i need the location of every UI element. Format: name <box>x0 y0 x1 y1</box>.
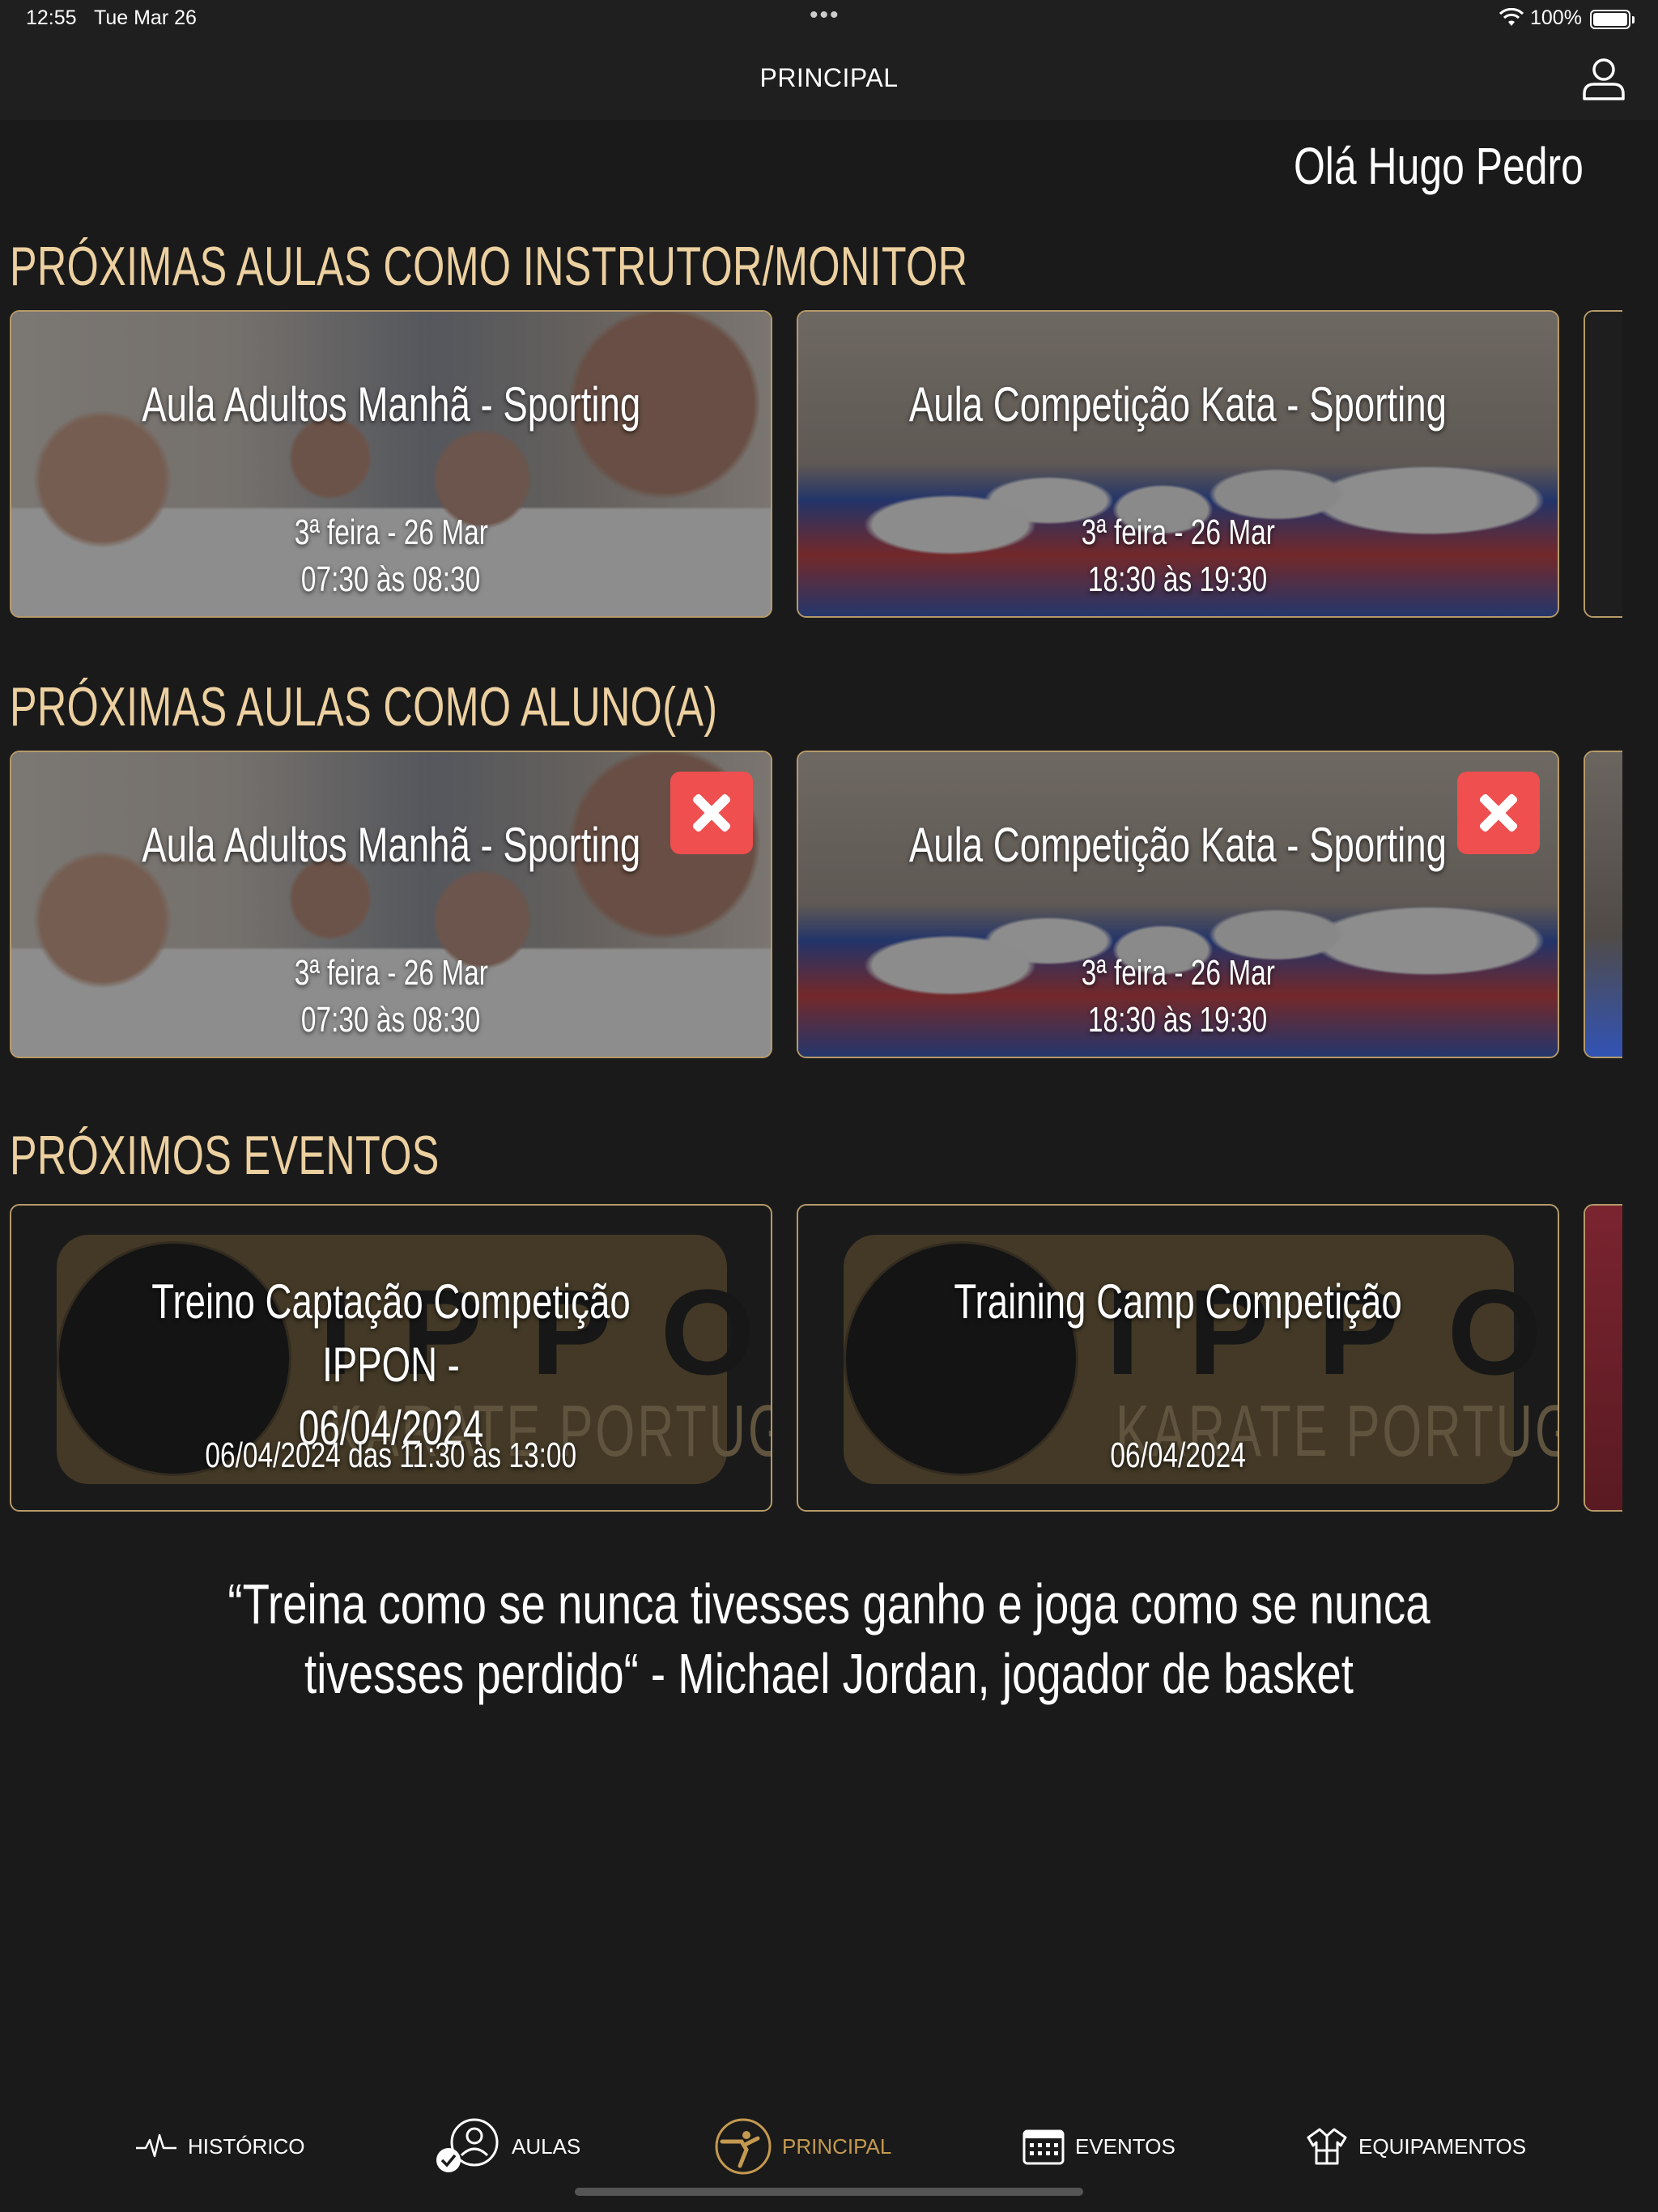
tab-principal[interactable]: PRINCIPAL <box>714 2118 891 2175</box>
class-title: Aula Competição Kata - Sporting <box>908 377 1448 432</box>
event-card[interactable]: IPPON KARATE PORTUGAL Treino Captação Co… <box>10 1204 772 1512</box>
event-title: Training Camp Competição <box>954 1274 1402 1329</box>
tab-label: PRINCIPAL <box>782 2133 892 2159</box>
class-time: 18:30 às 19:30 <box>1088 559 1268 599</box>
motivational-quote: “Treina como se nunca tivesses ganho e j… <box>227 1572 1431 1705</box>
user-check-icon <box>436 2118 499 2172</box>
events-row[interactable]: IPPON KARATE PORTUGAL Treino Captação Co… <box>10 1204 1622 1512</box>
class-time: 18:30 às 19:30 <box>1088 1000 1268 1040</box>
battery-icon <box>1590 10 1635 29</box>
instructor-classes-row[interactable]: Aula Adultos Manhã - Sporting 3ª feira -… <box>10 310 1622 618</box>
tab-aulas[interactable]: AULAS <box>432 2118 580 2175</box>
event-date: 06/04/2024 das 11:30 às 13:00 <box>205 1436 577 1475</box>
class-title: Aula Adultos Manhã - Sporting <box>142 818 640 872</box>
event-date: 06/04/2024 <box>1110 1436 1246 1475</box>
class-day: 3ª feira - 26 Mar <box>294 953 488 993</box>
tab-label: HISTÓRICO <box>188 2133 305 2159</box>
class-day: 3ª feira - 26 Mar <box>294 513 488 552</box>
class-card[interactable]: Aula Adultos Manhã - Sporting 3ª feira -… <box>10 751 772 1058</box>
cancel-enrollment-button[interactable] <box>670 772 753 854</box>
class-day: 3ª feira - 26 Mar <box>1081 513 1275 552</box>
greeting: Olá Hugo Pedro <box>1294 137 1584 195</box>
tab-label: EVENTOS <box>1075 2133 1175 2159</box>
tab-eventos[interactable]: EVENTOS <box>1022 2118 1175 2175</box>
heartbeat-icon <box>136 2133 176 2158</box>
event-title: Treino Captação Competição IPPON -06/04/… <box>151 1274 631 1455</box>
class-card-peek[interactable] <box>1584 751 1622 1058</box>
class-time: 07:30 às 08:30 <box>301 559 481 599</box>
wifi-icon <box>1499 8 1524 26</box>
profile-icon[interactable] <box>1580 55 1627 102</box>
class-title: Aula Adultos Manhã - Sporting <box>142 377 640 432</box>
calendar-icon <box>1022 2129 1065 2165</box>
gi-icon <box>1307 2128 1347 2165</box>
cancel-enrollment-button[interactable] <box>1457 772 1540 854</box>
page-title: PRINCIPAL <box>759 63 899 92</box>
tab-label: AULAS <box>512 2133 581 2159</box>
tab-label: EQUIPAMENTOS <box>1358 2133 1527 2159</box>
karate-kick-icon <box>715 2118 772 2175</box>
tab-historico[interactable]: HISTÓRICO <box>134 2118 304 2175</box>
home-indicator[interactable] <box>575 2188 1083 2196</box>
class-card[interactable]: Aula Adultos Manhã - Sporting 3ª feira -… <box>10 310 772 618</box>
event-card-peek[interactable] <box>1584 1204 1622 1512</box>
class-card[interactable]: Aula Competição Kata - Sporting 3ª feira… <box>797 310 1559 618</box>
event-card[interactable]: IPPON KARATE PORTUGAL Training Camp Comp… <box>797 1204 1559 1512</box>
events-section-title: PRÓXIMOS EVENTOS <box>10 1125 440 1186</box>
navigation-bar: PRINCIPAL <box>0 39 1658 120</box>
instructor-section-title: PRÓXIMAS AULAS COMO INSTRUTOR/MONITOR <box>10 236 968 297</box>
student-classes-row[interactable]: Aula Adultos Manhã - Sporting 3ª feira -… <box>10 751 1622 1058</box>
class-title: Aula Competição Kata - Sporting <box>908 818 1448 872</box>
class-card[interactable]: Aula Competição Kata - Sporting 3ª feira… <box>797 751 1559 1058</box>
status-time: 12:55 <box>26 6 77 29</box>
class-time: 07:30 às 08:30 <box>301 1000 481 1040</box>
tab-equipamentos[interactable]: EQUIPAMENTOS <box>1305 2118 1526 2175</box>
battery-percentage: 100% <box>1530 6 1582 29</box>
student-section-title: PRÓXIMAS AULAS COMO ALUNO(A) <box>10 676 718 738</box>
class-card-peek[interactable] <box>1584 310 1622 618</box>
status-bar: 12:55 Tue Mar 26 ••• 100% <box>0 0 1658 39</box>
status-date: Tue Mar 26 <box>94 6 197 29</box>
multitasking-dots-icon[interactable]: ••• <box>810 2 840 29</box>
class-day: 3ª feira - 26 Mar <box>1081 953 1275 993</box>
